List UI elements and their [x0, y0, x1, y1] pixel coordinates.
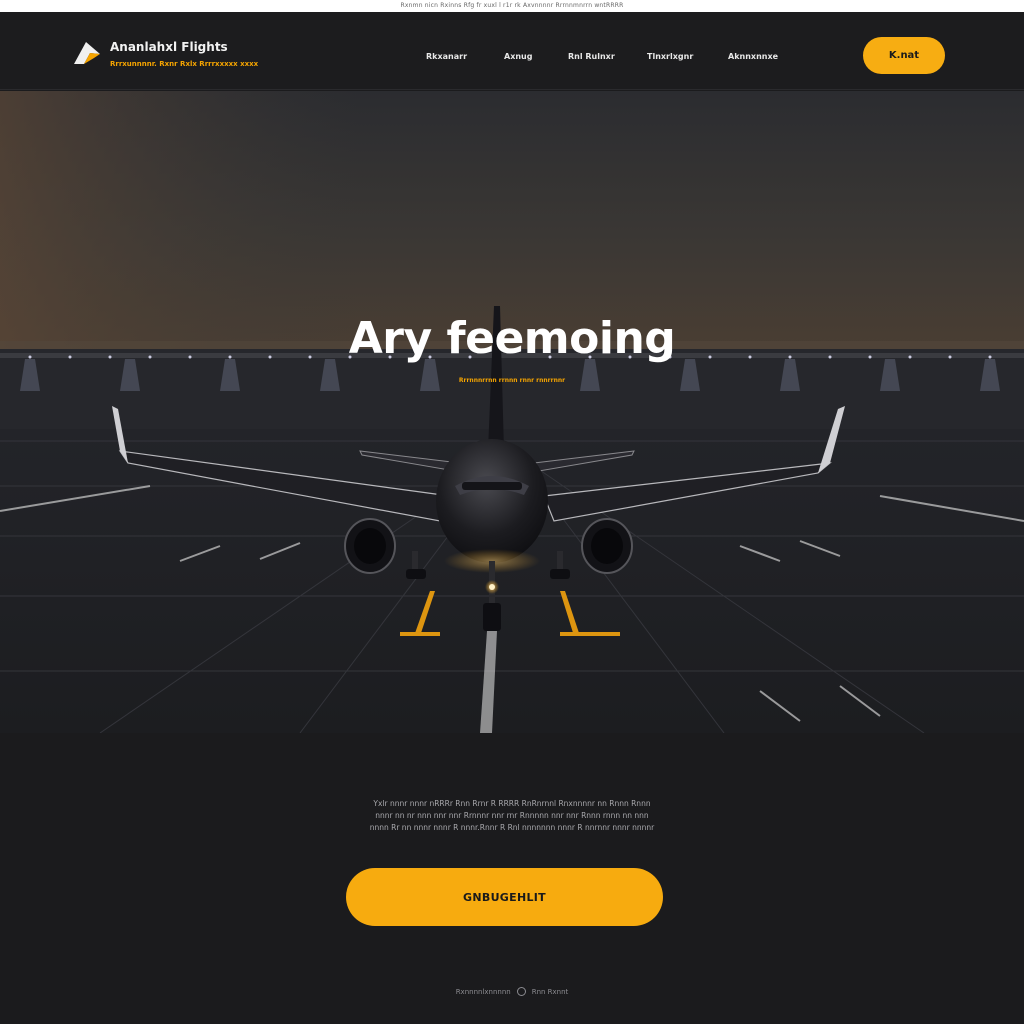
- top-url-strip: Rxnmn nicn Rxinns Rfg fr xuxl l r1r rk A…: [0, 0, 1024, 12]
- description-line: nnnn Rr nn nnnr nnnr R nnnr.Rnnr R Rnl n…: [369, 823, 655, 832]
- hero-title: Ary feemoing: [348, 313, 676, 364]
- nav-link-2[interactable]: Axnug: [504, 52, 532, 61]
- footer-link-right[interactable]: Rnn Rxnnt: [532, 988, 569, 996]
- nav-link-4[interactable]: Tlnxrlxgnr: [647, 52, 693, 61]
- nav-link-3[interactable]: Rnl Rulnxr: [568, 52, 615, 61]
- footer: Rxnnnnlxnnnnn Rnn Rxnnt: [0, 987, 1024, 996]
- hero-section: Ary feemoing Rrrnnnrrnn rrnnn rnnr rnnrr…: [0, 91, 1024, 733]
- airport-runway-illustration: [0, 91, 1024, 733]
- footer-link-left[interactable]: Rxnnnnlxnnnnn: [456, 988, 511, 996]
- nav-link-5[interactable]: Aknnxnnxe: [728, 52, 778, 61]
- brand-name[interactable]: Ananlahxl Flights: [110, 40, 228, 54]
- brand-tagline: Rrrxunnnnr. Rxnr Rxlx Rrrrxxxxx xxxx: [110, 60, 259, 68]
- primary-cta-button[interactable]: GNBUGEHLIT: [346, 868, 663, 926]
- description-text: Yxlr nnnr nnnr nRRRr Rnn Rrnr R RRRR RnR…: [340, 798, 684, 834]
- circle-icon: [516, 987, 526, 996]
- hero-subtitle: Rrrnnnrrnn rrnnn rnnr rnnrrnnr: [458, 377, 566, 384]
- plane-logo-icon[interactable]: [72, 40, 102, 66]
- description-line: Yxlr nnnr nnnr nRRRr Rnn Rrnr R RRRR RnR…: [373, 799, 651, 808]
- header-cta-button[interactable]: K.nat: [863, 37, 945, 74]
- nav-link-1[interactable]: Rkxanarr: [426, 52, 467, 61]
- description-line: nnnr nn nr nnn nnr nnr Rrnnnr nnr rnr Rn…: [375, 811, 649, 820]
- navbar: Ananlahxl Flights Rrrxunnnnr. Rxnr Rxlx …: [0, 12, 1024, 90]
